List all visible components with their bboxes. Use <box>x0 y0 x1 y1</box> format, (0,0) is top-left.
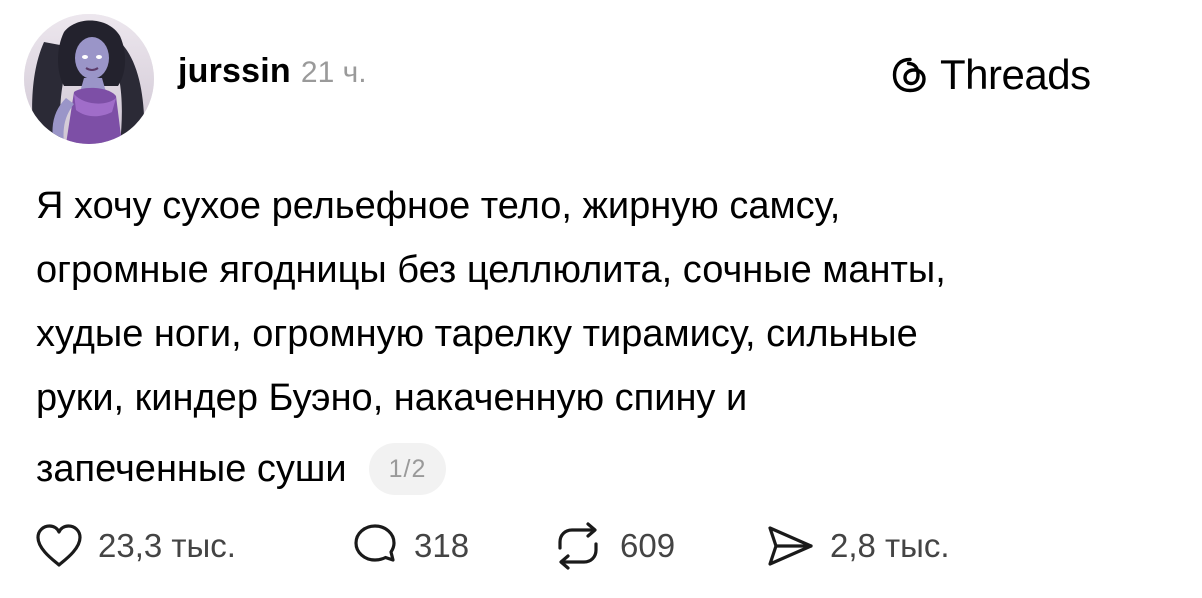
repost-icon <box>550 522 606 570</box>
comment-bubble-icon <box>350 522 400 570</box>
heart-icon <box>34 522 84 570</box>
post-text-line: Я хочу сухое рельефное тело, жирную самс… <box>36 185 841 227</box>
send-icon <box>764 522 816 570</box>
reply-button[interactable]: 318 <box>350 520 469 572</box>
post-text-last-row: запеченные суши 1/2 <box>36 430 1176 508</box>
post-text-line: огромные ягодницы без целлюлита, сочные … <box>36 249 946 291</box>
threads-brand: Threads <box>890 51 1091 99</box>
post-timestamp: 21 ч. <box>300 56 367 89</box>
username-link[interactable]: jurssin <box>178 52 291 91</box>
post-text-line: запеченные суши <box>36 448 347 490</box>
post-header: jurssin 21 ч. <box>178 52 367 91</box>
threads-logo-icon <box>890 55 930 95</box>
repost-button[interactable]: 609 <box>550 520 675 572</box>
share-count: 2,8 тыс. <box>830 527 950 564</box>
repost-count: 609 <box>620 527 676 564</box>
post-text: Я хочу сухое рельефное тело, жирную самс… <box>36 174 1176 508</box>
threads-post: jurssin 21 ч. Threads Я хочу сухое релье… <box>0 0 1202 598</box>
share-button[interactable]: 2,8 тыс. <box>764 520 950 572</box>
brand-name: Threads <box>940 51 1091 98</box>
action-bar: 23,3 тыс. 318 609 2,8 тыс. <box>34 520 1174 572</box>
like-button[interactable]: 23,3 тыс. <box>34 520 236 572</box>
avatar-image <box>24 14 154 144</box>
page-indicator-badge[interactable]: 1/2 <box>368 443 447 495</box>
post-text-line: руки, киндер Буэно, накаченную спину и <box>36 377 748 419</box>
like-count: 23,3 тыс. <box>98 527 236 564</box>
post-text-line: худые ноги, огромную тарелку тирамису, с… <box>36 313 918 355</box>
reply-count: 318 <box>414 527 470 564</box>
avatar[interactable] <box>24 14 154 144</box>
